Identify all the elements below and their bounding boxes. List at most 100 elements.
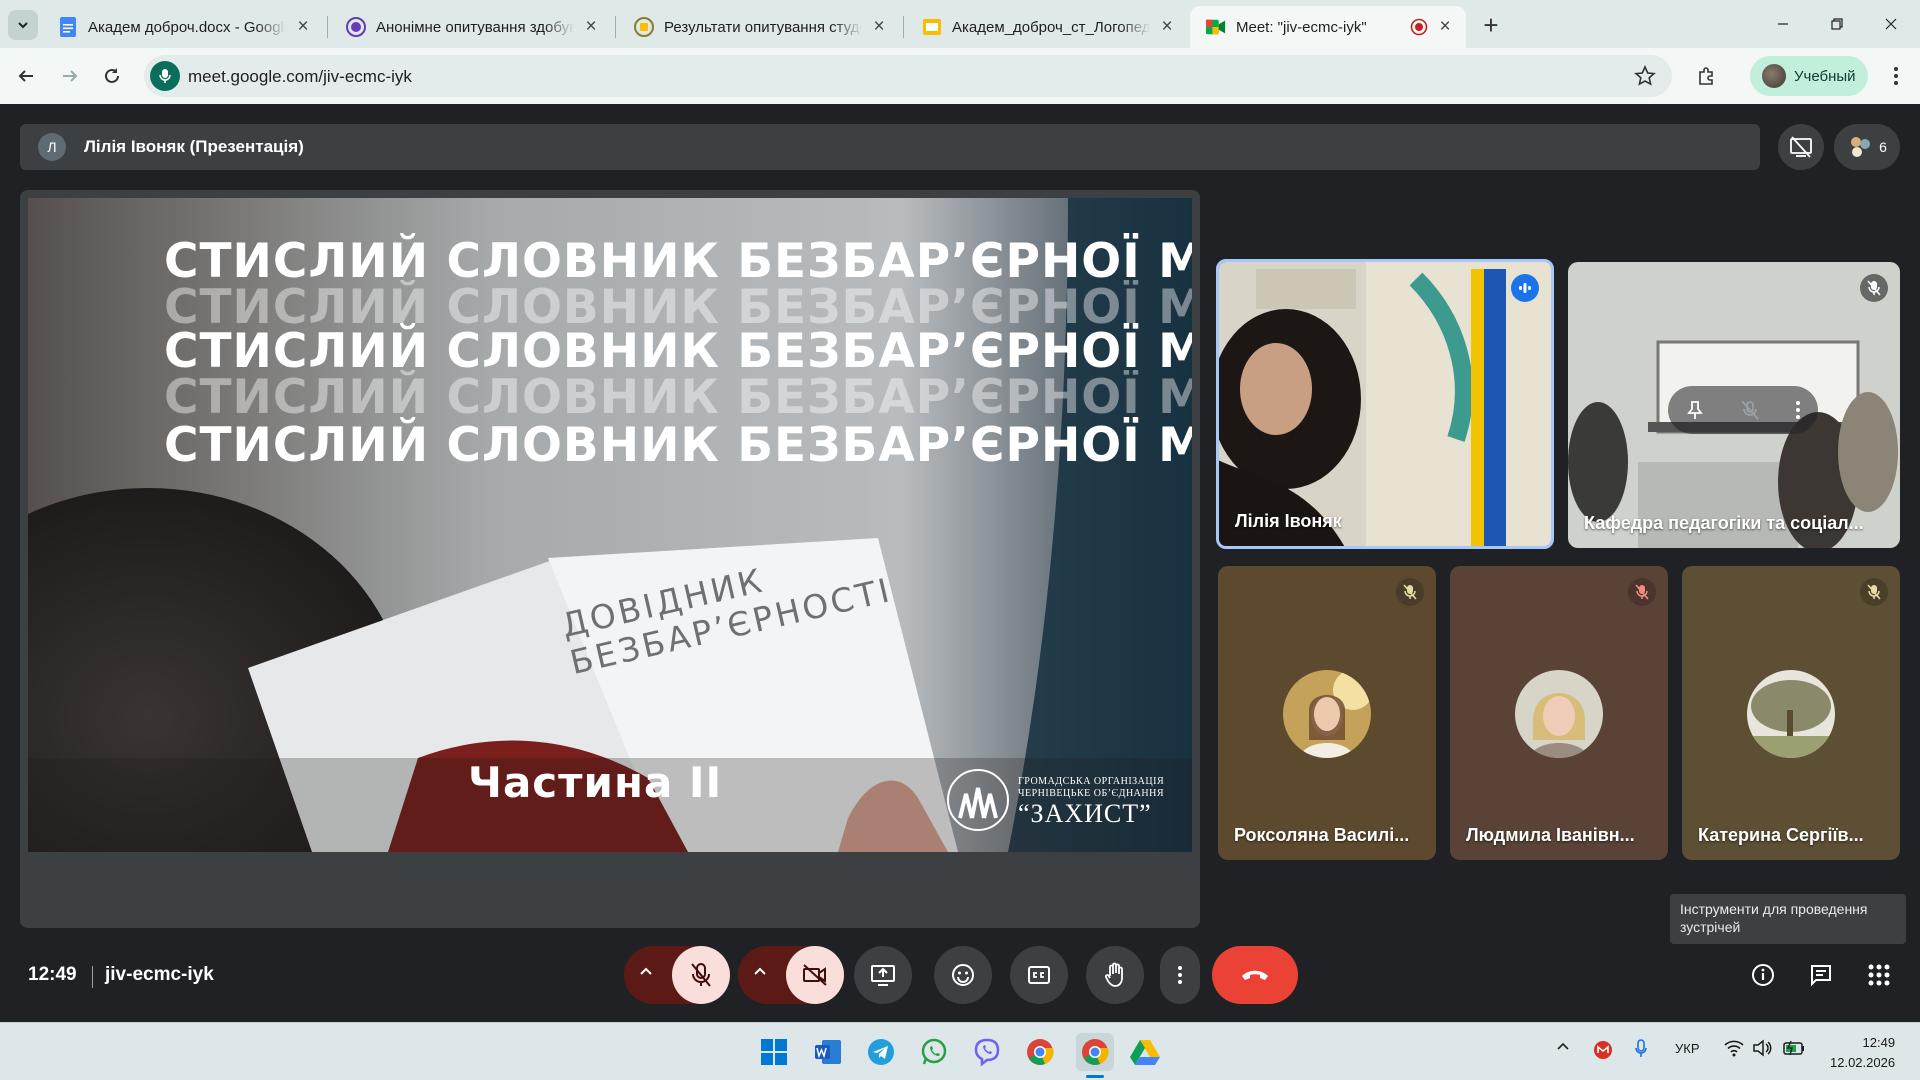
taskbar-clock[interactable]: 12:49 12.02.2026 xyxy=(1830,1033,1895,1073)
mute-participant-icon[interactable] xyxy=(1741,400,1759,420)
taskbar-chrome-profile[interactable] xyxy=(1076,1033,1114,1071)
chevron-down-icon xyxy=(18,22,28,29)
organization-line-3: “ЗАХИСТ” xyxy=(1018,799,1152,828)
organization-name: ГРОМАДСЬКА ОРГАНІЗАЦІЯ ЧЕРНІВЕЦЬКЕ ОБ’ЄД… xyxy=(1018,776,1164,828)
chrome-icon xyxy=(1082,1039,1109,1065)
gmail-tray-icon[interactable] xyxy=(1594,1041,1612,1059)
raise-hand-button[interactable] xyxy=(1086,946,1144,1004)
start-button[interactable] xyxy=(757,1035,791,1069)
participants-avatars-icon xyxy=(1851,137,1871,157)
chevron-up-icon xyxy=(754,967,766,975)
presentation-bar: Л Лілія Івоняк (Презентація) xyxy=(20,124,1760,170)
tab-docs[interactable]: Академ доброч.docx - Google × xyxy=(42,6,324,48)
hide-presentation-button[interactable] xyxy=(1778,124,1824,170)
close-tab-icon[interactable]: × xyxy=(868,16,890,38)
more-options-button[interactable] xyxy=(1160,946,1200,1004)
reactions-button[interactable] xyxy=(934,946,992,1004)
participant-tile[interactable]: Роксоляна Василі... xyxy=(1218,566,1436,860)
microphone-toggle-button[interactable] xyxy=(672,946,730,1004)
tab-slides[interactable]: Академ_доброч_ст_Логопедія × xyxy=(906,6,1188,48)
microphone-tray-icon[interactable] xyxy=(1634,1039,1648,1059)
participant-tile[interactable]: Катерина Сергіїв... xyxy=(1682,566,1900,860)
participant-tile[interactable]: Кафедра педагогіки та соціал... xyxy=(1568,262,1900,548)
show-hidden-icons-button[interactable] xyxy=(1556,1039,1570,1053)
tab-results[interactable]: Результати опитування студен × xyxy=(618,6,900,48)
microphone-in-use-icon[interactable] xyxy=(150,61,180,91)
meeting-details-button[interactable] xyxy=(1740,952,1786,998)
close-tab-icon[interactable]: × xyxy=(1156,16,1178,38)
minimize-button[interactable] xyxy=(1756,0,1810,48)
taskbar-word[interactable] xyxy=(811,1035,845,1069)
tab-meet[interactable]: Meet: "jiv-ecmc-iyk" × xyxy=(1190,6,1466,48)
participant-name: Кафедра педагогіки та соціал... xyxy=(1584,513,1864,533)
chat-button[interactable] xyxy=(1798,952,1844,998)
input-language[interactable]: УКР xyxy=(1675,1041,1700,1056)
end-call-button[interactable] xyxy=(1212,946,1298,1004)
reload-icon xyxy=(105,68,119,83)
emoji-icon xyxy=(952,964,974,986)
address-bar[interactable]: meet.google.com/jiv-ecmc-iyk xyxy=(144,55,1672,97)
meeting-clock: 12:49 xyxy=(28,964,77,985)
taskbar-whatsapp[interactable] xyxy=(917,1035,951,1069)
divider xyxy=(92,966,93,988)
wifi-icon[interactable] xyxy=(1724,1039,1744,1057)
forward-button[interactable] xyxy=(54,60,86,92)
profile-avatar xyxy=(1762,64,1786,88)
taskbar-viber[interactable] xyxy=(970,1035,1004,1069)
tab-title: Результати опитування студен xyxy=(664,18,862,36)
close-tab-icon[interactable]: × xyxy=(580,16,602,38)
restore-button[interactable] xyxy=(1810,0,1864,48)
volume-icon[interactable] xyxy=(1752,1039,1772,1057)
back-button[interactable] xyxy=(10,60,42,92)
reload-button[interactable] xyxy=(96,60,128,92)
participants-button[interactable]: 6 xyxy=(1834,124,1900,170)
meeting-tools-tooltip: Інструменти для проведення зустрічей xyxy=(1670,894,1906,944)
chrome-icon xyxy=(1027,1039,1054,1065)
muted-mic-icon xyxy=(1396,578,1424,606)
present-screen-button[interactable] xyxy=(854,946,912,1004)
profile-button[interactable]: Учебный xyxy=(1750,56,1868,96)
taskbar-chrome[interactable] xyxy=(1023,1035,1057,1069)
tab-separator xyxy=(327,16,328,38)
forms-icon xyxy=(346,17,366,37)
taskbar-date: 12.02.2026 xyxy=(1830,1055,1896,1070)
pin-icon[interactable] xyxy=(1686,400,1704,420)
muted-mic-icon xyxy=(1628,578,1656,606)
close-tab-icon[interactable]: × xyxy=(292,16,314,38)
more-vert-icon xyxy=(1894,67,1898,85)
url-text[interactable]: meet.google.com/jiv-ecmc-iyk xyxy=(188,67,412,87)
apps-grid-icon xyxy=(1868,964,1890,986)
docs-icon xyxy=(58,17,78,37)
arrow-right-icon xyxy=(63,70,78,82)
extensions-button[interactable] xyxy=(1690,60,1722,92)
participant-avatar xyxy=(1747,670,1835,758)
taskbar-google-drive[interactable] xyxy=(1128,1035,1162,1069)
bookmark-star-icon[interactable] xyxy=(1634,65,1658,89)
closed-captions-icon xyxy=(1028,966,1050,984)
close-window-button[interactable] xyxy=(1864,0,1918,48)
muted-mic-icon xyxy=(1860,274,1888,302)
browser-tab-strip: Академ доброч.docx - Google × Анонімне о… xyxy=(0,0,1920,48)
tab-forms[interactable]: Анонімне опитування здобува × xyxy=(330,6,612,48)
participant-tile[interactable]: Людмила Іванівн... xyxy=(1450,566,1668,860)
participant-name: Людмила Іванівн... xyxy=(1466,825,1635,845)
participant-name: Катерина Сергіїв... xyxy=(1698,825,1864,845)
browser-menu-button[interactable] xyxy=(1880,60,1912,92)
participant-tile-speaking[interactable]: Лілія Івоняк xyxy=(1216,259,1554,549)
battery-icon[interactable] xyxy=(1782,1039,1806,1057)
mic-options-button[interactable] xyxy=(638,963,654,979)
participant-avatar xyxy=(1515,670,1603,758)
organization-logo xyxy=(946,768,1010,832)
taskbar-telegram[interactable] xyxy=(864,1035,898,1069)
telegram-icon xyxy=(868,1039,894,1065)
camera-toggle-button[interactable] xyxy=(786,946,844,1004)
close-tab-icon[interactable]: × xyxy=(1434,16,1456,38)
new-tab-button[interactable]: + xyxy=(1476,10,1506,40)
camera-options-button[interactable] xyxy=(752,963,768,979)
tab-search-button[interactable] xyxy=(8,10,38,40)
more-vert-icon[interactable] xyxy=(1795,401,1800,419)
captions-button[interactable] xyxy=(1010,946,1068,1004)
meeting-tools-button[interactable] xyxy=(1856,952,1902,998)
windows-logo-icon xyxy=(761,1039,787,1065)
slide-part-label: Частина II xyxy=(468,758,723,807)
